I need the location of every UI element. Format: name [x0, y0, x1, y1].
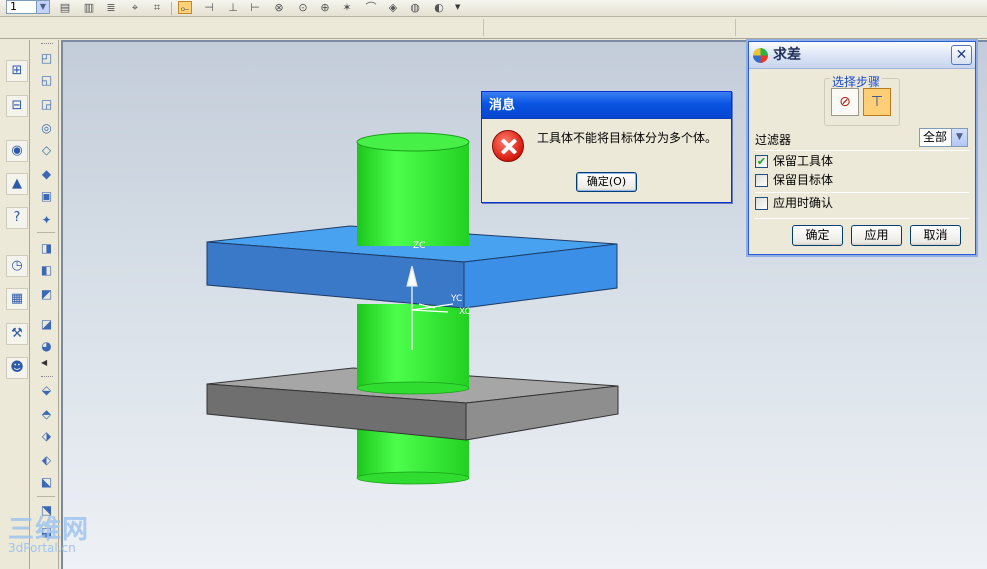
subtract-dialog: 求差 ✕ 选择步骤 ⊘ ⊤ 过滤器 全部 ▼ ✔ 保留工具体 保留目标体 应用时… — [748, 41, 976, 255]
watermark-logo: 三维网 — [8, 515, 90, 545]
assembly-navigator-icon[interactable]: ⊞ — [6, 60, 28, 82]
divider — [755, 150, 969, 151]
axis-label-zc: ZC — [413, 241, 425, 251]
subtract-dialog-titlebar: 求差 ✕ — [749, 42, 975, 69]
cone-icon[interactable]: ◪ — [38, 316, 55, 332]
edge-blend-icon[interactable]: ⬖ — [38, 452, 55, 468]
main-toolbar: 1 ▼ ▤ ▥ ≣ ⌖ ⌗ ⟜ ⊣ ⊥ ⊢ ⊗ ⊙ ⊕ ✶ ⌒ ◈ ◍ ◐ ▼ — [0, 0, 987, 17]
groove-icon[interactable]: ◨ — [38, 240, 55, 256]
work-layer-select[interactable]: 1 ▼ — [6, 0, 50, 14]
hole-icon[interactable]: ◎ — [38, 120, 55, 136]
message-text: 工具体不能将目标体分为多个体。 — [537, 131, 718, 145]
toolbar-separator — [735, 19, 736, 36]
chevron-down-icon[interactable]: ▼ — [951, 129, 967, 146]
snap-arc-icon[interactable]: ◍ — [408, 1, 422, 14]
close-button[interactable]: ✕ — [951, 45, 972, 65]
part-navigator-icon[interactable]: ⊟ — [6, 95, 28, 117]
snap-intersect-icon[interactable]: ⊗ — [272, 1, 286, 14]
message-ok-button[interactable]: 确定(O) — [576, 172, 637, 192]
extrude-icon[interactable]: ◰ — [38, 50, 55, 66]
sphere-icon[interactable]: ◕ — [38, 338, 55, 354]
snap-on-face-icon[interactable]: ◈ — [386, 1, 400, 14]
help-icon[interactable]: ? — [6, 207, 28, 229]
message-dialog-title: 消息 — [482, 92, 731, 119]
checkbox-label: 保留工具体 — [773, 154, 834, 168]
apply-button[interactable]: 应用 — [851, 225, 902, 246]
pad-icon[interactable]: ▣ — [38, 188, 55, 204]
snap-end-icon[interactable]: ⊣ — [202, 1, 216, 14]
checkbox-label: 保留目标体 — [773, 173, 834, 187]
error-icon — [492, 130, 524, 162]
boss-icon[interactable]: ◇ — [38, 142, 55, 158]
toolbar-grip[interactable] — [41, 43, 53, 46]
feature-toolbar: ◰ ◱ ◲ ◎ ◇ ◆ ▣ ✦ ◨ ◧ ◩ ◪ ◕ ◀ ⬙ ⬘ ⬗ ⬖ ⬕ ⬔ … — [33, 40, 59, 569]
intersect-icon[interactable]: ⬗ — [38, 428, 55, 444]
cylinder-top[interactable] — [356, 132, 470, 246]
snap-mid-icon[interactable]: ⊥ — [226, 1, 240, 14]
checkbox-label: 应用时确认 — [773, 196, 834, 210]
snap-quadrant-icon[interactable]: ⊕ — [318, 1, 332, 14]
revolve-icon[interactable]: ◱ — [38, 72, 55, 88]
toolbar-separator — [483, 19, 484, 36]
snap-control-icon[interactable]: ⊢ — [248, 1, 262, 14]
tool-body-icon[interactable]: ⊤ — [863, 88, 891, 116]
chamfer-icon[interactable]: ⬕ — [38, 474, 55, 490]
cylinder-middle[interactable] — [356, 304, 470, 395]
app-logo-icon — [753, 48, 768, 63]
analysis-icon[interactable]: ⌗ — [150, 1, 164, 14]
snap-point-icon[interactable]: ⟜ — [178, 1, 192, 15]
target-body-icon[interactable]: ⊘ — [831, 88, 859, 116]
snap-on-curve-icon[interactable]: ⌒ — [364, 1, 378, 14]
subtract-dialog-title: 求差 — [773, 47, 801, 63]
checkbox-unchecked-icon[interactable] — [755, 174, 768, 187]
training-icon[interactable]: ▲ — [6, 173, 28, 195]
open-file-icon[interactable]: ▤ — [58, 1, 72, 14]
snap-tangent-icon[interactable]: ◐ — [432, 1, 446, 14]
web-browser-icon[interactable]: ◉ — [6, 140, 28, 162]
toolbar-separator — [171, 2, 172, 15]
toolbar-separator — [37, 232, 55, 233]
checkbox-unchecked-icon[interactable] — [755, 197, 768, 210]
slot-icon[interactable]: ✦ — [38, 212, 55, 228]
unite-icon[interactable]: ⬙ — [38, 382, 55, 398]
message-dialog: 消息 工具体不能将目标体分为多个体。 确定(O) — [481, 91, 732, 203]
checkbox-checked-icon[interactable]: ✔ — [755, 155, 768, 168]
filter-label: 过滤器 — [755, 133, 792, 147]
filter-value: 全部 — [923, 130, 948, 144]
system-materials-icon[interactable]: ▦ — [6, 288, 28, 310]
snap-existing-icon[interactable]: ✶ — [340, 1, 354, 14]
block-icon[interactable]: ◧ — [38, 262, 55, 278]
pocket-icon[interactable]: ◆ — [38, 166, 55, 182]
toolbar-grip[interactable] — [41, 376, 53, 379]
axis-label-yc: YC — [450, 294, 462, 304]
sweep-icon[interactable]: ◲ — [38, 96, 55, 112]
layers-icon[interactable]: ≣ — [104, 1, 118, 14]
toolbar-separator — [37, 496, 55, 497]
measure-icon[interactable]: ⌖ — [128, 1, 142, 14]
ok-button[interactable]: 确定 — [792, 225, 843, 246]
snap-center-icon[interactable]: ⊙ — [296, 1, 310, 14]
subtract-icon[interactable]: ⬘ — [38, 406, 55, 422]
collapse-arrow-icon[interactable]: ◀ — [41, 358, 47, 367]
filter-select[interactable]: 全部 ▼ — [919, 128, 968, 147]
secondary-toolbar — [0, 17, 987, 39]
process-studio-icon[interactable]: ⚒ — [6, 323, 28, 345]
resource-bar: ⊞ ⊟ ◉ ▲ ? ◷ ▦ ⚒ ☻ — [0, 40, 30, 569]
history-icon[interactable]: ◷ — [6, 255, 28, 277]
axis-label-xc: XC — [459, 307, 471, 317]
work-layer-value: 1 — [10, 0, 17, 13]
roles-icon[interactable]: ☻ — [6, 357, 28, 379]
cancel-button[interactable]: 取消 — [910, 225, 961, 246]
toolbar-overflow-icon[interactable]: ▼ — [455, 3, 460, 11]
cylinder-icon[interactable]: ◩ — [38, 286, 55, 302]
chevron-down-icon[interactable]: ▼ — [36, 1, 49, 13]
save-icon[interactable]: ▥ — [82, 1, 96, 14]
divider — [755, 192, 969, 193]
divider — [755, 218, 969, 219]
watermark: 三维网 3dPortal.cn — [8, 516, 89, 554]
